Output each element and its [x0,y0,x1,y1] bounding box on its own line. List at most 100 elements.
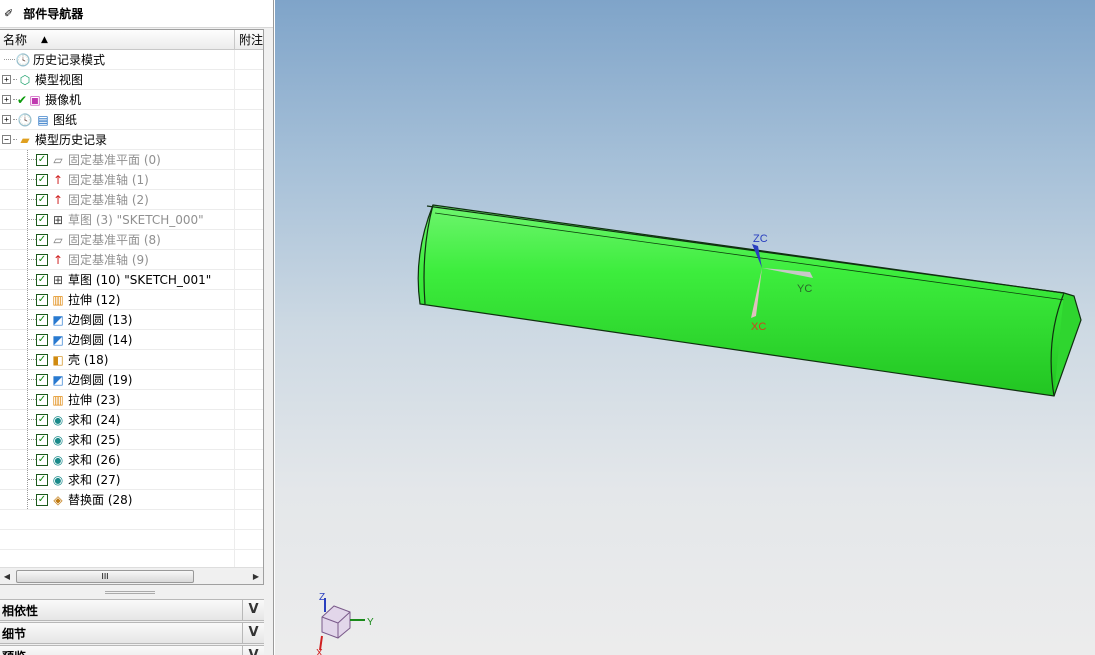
node-note-cell[interactable] [235,130,263,149]
node-name-cell[interactable]: − ▰ 模型历史记录 [0,130,235,149]
checkbox[interactable]: ✓ [36,353,48,366]
graphics-viewport[interactable]: ZC YC XC Z Y X [275,0,1095,655]
splitter-grip[interactable] [105,591,155,594]
node-note-cell[interactable] [235,90,263,109]
node-name-cell[interactable]: ✓ ◈ 替换面 (28) [0,490,235,509]
node-note-cell[interactable] [235,290,263,309]
node-name-cell[interactable]: ✓ ◉ 求和 (25) [0,430,235,449]
history-node[interactable]: ✓ ↑ 固定基准轴 (1) [0,170,263,190]
expand-icon[interactable]: + [2,115,11,124]
section-preview[interactable]: 预览 V [0,645,264,655]
checkbox[interactable]: ✓ [36,433,48,446]
history-node[interactable]: ✓ ◩ 边倒圆 (19) [0,370,263,390]
history-node[interactable]: ✓ ◉ 求和 (26) [0,450,263,470]
history-node[interactable]: ✓ ▱ 固定基准平面 (0) [0,150,263,170]
checkbox[interactable]: ✓ [36,473,48,486]
node-note-cell[interactable] [235,50,263,69]
checkbox[interactable]: ✓ [36,173,48,186]
tree-node[interactable]: + 🕓 ▤ 图纸 [0,110,263,130]
chevron-down-icon[interactable]: V [242,600,264,621]
node-note-cell[interactable] [235,330,263,349]
column-note[interactable]: 附注 [235,30,263,49]
column-name[interactable]: 名称 ▲ [0,30,235,49]
history-node[interactable]: ✓ ◉ 求和 (27) [0,470,263,490]
history-node[interactable]: ✓ ↑ 固定基准轴 (2) [0,190,263,210]
tree-node[interactable]: + ✔ ▣ 摄像机 [0,90,263,110]
history-node[interactable]: ✓ ◈ 替换面 (28) [0,490,263,510]
node-name-cell[interactable]: + ⬡ 模型视图 [0,70,235,89]
node-note-cell[interactable] [235,390,263,409]
pin-icon[interactable]: ✐ [4,7,13,20]
checkbox[interactable]: ✓ [36,253,48,266]
checkbox[interactable]: ✓ [36,193,48,206]
scroll-left-icon[interactable]: ◀ [0,572,14,581]
node-note-cell[interactable] [235,450,263,469]
history-node[interactable]: ✓ ⊞ 草图 (3) "SKETCH_000" [0,210,263,230]
part-body[interactable] [417,204,1082,397]
tree-node[interactable]: − ▰ 模型历史记录 [0,130,263,150]
node-name-cell[interactable]: ✓ ▱ 固定基准平面 (8) [0,230,235,249]
history-node[interactable]: ✓ ◩ 边倒圆 (14) [0,330,263,350]
node-note-cell[interactable] [235,150,263,169]
tree-node[interactable]: + ⬡ 模型视图 [0,70,263,90]
history-node[interactable]: ✓ ▥ 拉伸 (12) [0,290,263,310]
history-node[interactable]: ✓ ⊞ 草图 (10) "SKETCH_001" [0,270,263,290]
node-name-cell[interactable]: ✓ ↑ 固定基准轴 (9) [0,250,235,269]
horizontal-scrollbar[interactable]: ◀ III ▶ [0,567,263,584]
checkbox[interactable]: ✓ [36,153,48,166]
node-note-cell[interactable] [235,410,263,429]
node-name-cell[interactable]: ✓ ◧ 壳 (18) [0,350,235,369]
checkbox[interactable]: ✓ [36,493,48,506]
checkbox[interactable]: ✓ [36,213,48,226]
node-name-cell[interactable]: ✓ ⊞ 草图 (10) "SKETCH_001" [0,270,235,289]
node-note-cell[interactable] [235,310,263,329]
history-node[interactable]: ✓ ↑ 固定基准轴 (9) [0,250,263,270]
node-name-cell[interactable]: + ✔ ▣ 摄像机 [0,90,235,109]
node-name-cell[interactable]: ✓ ◉ 求和 (26) [0,450,235,469]
history-node[interactable]: ✓ ◉ 求和 (25) [0,430,263,450]
node-note-cell[interactable] [235,170,263,189]
checkbox[interactable]: ✓ [36,233,48,246]
chevron-down-icon[interactable]: V [242,623,264,644]
node-note-cell[interactable] [235,270,263,289]
checkbox[interactable]: ✓ [36,313,48,326]
node-note-cell[interactable] [235,250,263,269]
section-dependencies[interactable]: 相依性 V [0,599,264,621]
node-name-cell[interactable]: ✓ ▥ 拉伸 (12) [0,290,235,309]
history-node[interactable]: ✓ ◧ 壳 (18) [0,350,263,370]
node-name-cell[interactable]: ✓ ▱ 固定基准平面 (0) [0,150,235,169]
collapse-icon[interactable]: − [2,135,11,144]
node-name-cell[interactable]: ✓ ▥ 拉伸 (23) [0,390,235,409]
node-note-cell[interactable] [235,210,263,229]
checkbox[interactable]: ✓ [36,273,48,286]
node-name-cell[interactable]: 🕓 历史记录模式 [0,50,235,69]
history-node[interactable]: ✓ ▥ 拉伸 (23) [0,390,263,410]
node-note-cell[interactable] [235,190,263,209]
node-name-cell[interactable]: ✓ ◩ 边倒圆 (14) [0,330,235,349]
checkbox[interactable]: ✓ [36,333,48,346]
node-name-cell[interactable]: + 🕓 ▤ 图纸 [0,110,235,129]
node-name-cell[interactable]: ✓ ↑ 固定基准轴 (1) [0,170,235,189]
history-node[interactable]: ✓ ◩ 边倒圆 (13) [0,310,263,330]
section-details[interactable]: 细节 V [0,622,264,644]
scroll-thumb[interactable]: III [16,569,194,583]
node-note-cell[interactable] [235,430,263,449]
node-note-cell[interactable] [235,490,263,509]
node-note-cell[interactable] [235,350,263,369]
scroll-right-icon[interactable]: ▶ [249,572,263,581]
node-note-cell[interactable] [235,70,263,89]
model-canvas[interactable]: ZC YC XC Z Y X [275,0,1095,655]
checkbox[interactable]: ✓ [36,393,48,406]
node-name-cell[interactable]: ✓ ↑ 固定基准轴 (2) [0,190,235,209]
expand-icon[interactable]: + [2,95,11,104]
node-note-cell[interactable] [235,370,263,389]
node-name-cell[interactable]: ✓ ◩ 边倒圆 (19) [0,370,235,389]
history-node[interactable]: ✓ ◉ 求和 (24) [0,410,263,430]
node-note-cell[interactable] [235,110,263,129]
node-name-cell[interactable]: ✓ ⊞ 草图 (3) "SKETCH_000" [0,210,235,229]
navigator-tree[interactable]: 名称 ▲ 附注 🕓 历史记录模式 + ⬡ 模型视图 + ✔ ▣ 摄像机 + 🕓 ▤ 图纸 − ▰ 模型历史记录… [0,29,264,585]
node-note-cell[interactable] [235,230,263,249]
tree-node[interactable]: 🕓 历史记录模式 [0,50,263,70]
checkbox[interactable]: ✓ [36,293,48,306]
chevron-down-icon[interactable]: V [242,646,264,655]
